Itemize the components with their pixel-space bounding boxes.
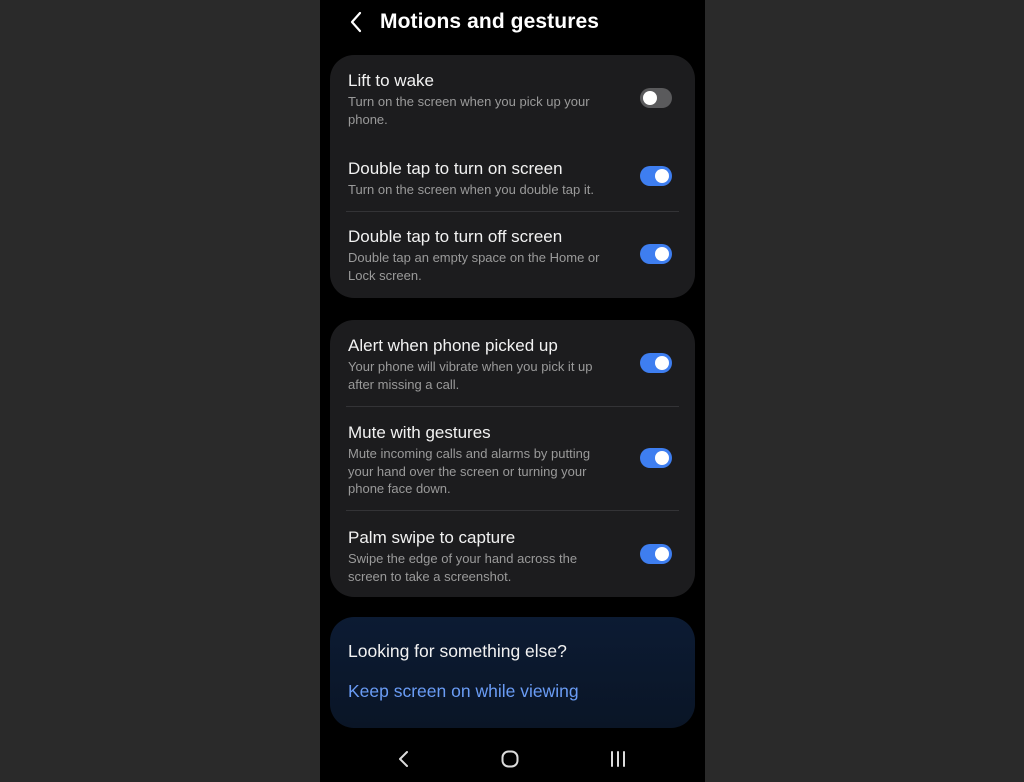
setting-double-tap-on[interactable]: Double tap to turn on screen Turn on the…	[330, 141, 695, 211]
toggle-knob	[655, 169, 669, 183]
mute-gestures-toggle[interactable]	[640, 448, 672, 468]
chevron-left-icon	[350, 11, 362, 33]
app-header: Motions and gestures	[320, 0, 705, 46]
palm-swipe-toggle[interactable]	[640, 544, 672, 564]
navigation-bar	[320, 736, 705, 782]
setting-description: Turn on the screen when you pick up your…	[348, 94, 590, 127]
toggle-knob	[655, 247, 669, 261]
setting-description: Your phone will vibrate when you pick it…	[348, 359, 593, 392]
toggle-knob	[655, 356, 669, 370]
settings-group-wake: Lift to wake Turn on the screen when you…	[330, 55, 695, 298]
alert-picked-up-toggle[interactable]	[640, 353, 672, 373]
toggle-knob	[643, 91, 657, 105]
setting-palm-swipe[interactable]: Palm swipe to capture Swipe the edge of …	[330, 511, 695, 597]
double-tap-off-toggle[interactable]	[640, 244, 672, 264]
nav-recents-button[interactable]	[598, 744, 638, 774]
nav-home-button[interactable]	[490, 744, 530, 774]
toggle-knob	[655, 547, 669, 561]
settings-group-gestures: Alert when phone picked up Your phone wi…	[330, 320, 695, 597]
nav-back-button[interactable]	[384, 744, 424, 774]
setting-alert-picked-up[interactable]: Alert when phone picked up Your phone wi…	[330, 320, 695, 406]
suggestions-title: Looking for something else?	[348, 641, 567, 661]
nav-back-icon	[399, 751, 408, 767]
settings-screen: Motions and gestures Lift to wake Turn o…	[320, 0, 705, 782]
nav-recents-icon	[611, 751, 625, 767]
setting-mute-gestures[interactable]: Mute with gestures Mute incoming calls a…	[330, 407, 695, 510]
setting-title: Alert when phone picked up	[348, 336, 558, 355]
setting-title: Lift to wake	[348, 71, 434, 90]
lift-to-wake-toggle[interactable]	[640, 88, 672, 108]
setting-title: Double tap to turn on screen	[348, 159, 563, 178]
setting-description: Double tap an empty space on the Home or…	[348, 250, 600, 283]
back-button[interactable]	[342, 8, 370, 36]
setting-title: Mute with gestures	[348, 423, 491, 442]
double-tap-on-toggle[interactable]	[640, 166, 672, 186]
setting-description: Swipe the edge of your hand across the s…	[348, 551, 578, 584]
page-title: Motions and gestures	[380, 10, 600, 33]
setting-lift-to-wake[interactable]: Lift to wake Turn on the screen when you…	[330, 55, 695, 141]
setting-double-tap-off[interactable]: Double tap to turn off screen Double tap…	[330, 212, 695, 298]
keep-screen-on-link[interactable]: Keep screen on while viewing	[348, 681, 579, 702]
setting-title: Double tap to turn off screen	[348, 227, 563, 246]
toggle-knob	[655, 451, 669, 465]
setting-title: Palm swipe to capture	[348, 528, 516, 547]
setting-description: Turn on the screen when you double tap i…	[348, 182, 594, 197]
setting-description: Mute incoming calls and alarms by puttin…	[348, 446, 591, 496]
nav-home-icon	[501, 750, 519, 768]
suggestions-card: Looking for something else? Keep screen …	[330, 617, 695, 728]
